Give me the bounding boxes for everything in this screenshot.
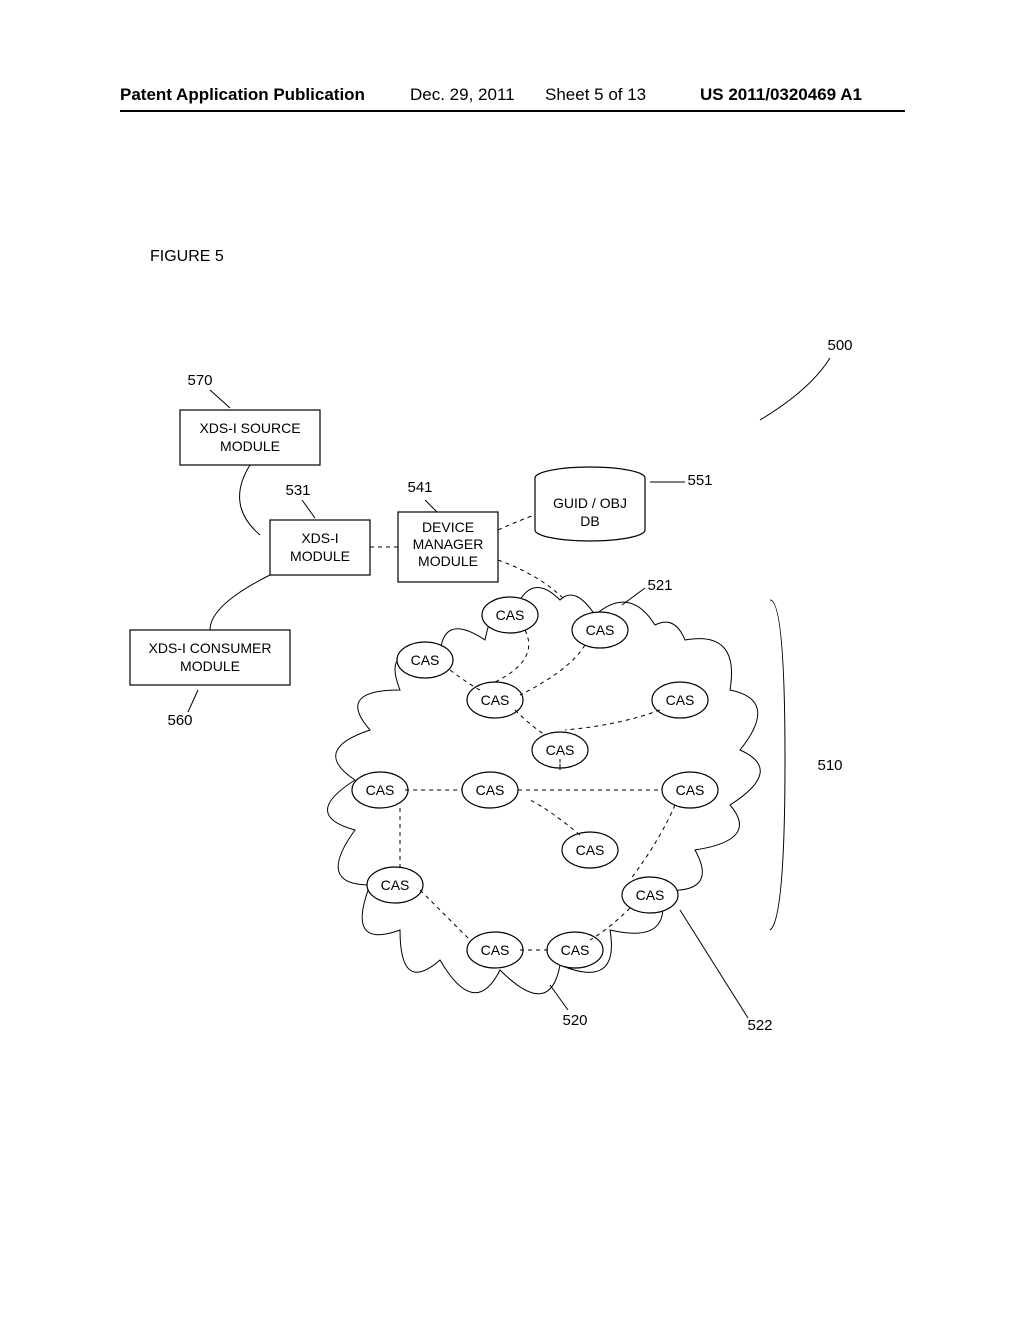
svg-text:CAS: CAS	[481, 692, 510, 708]
svg-text:CAS: CAS	[381, 877, 410, 893]
guid-obj-db: GUID / OBJ DB	[535, 467, 645, 541]
link-xdsi-to-consumer	[210, 575, 270, 630]
leader-522	[680, 910, 748, 1018]
publication-label: Patent Application Publication	[120, 85, 365, 105]
bracket-510	[770, 600, 785, 930]
svg-text:CAS: CAS	[576, 842, 605, 858]
svg-text:CAS: CAS	[496, 607, 525, 623]
device-manager-l3: MODULE	[418, 553, 478, 569]
ref-541: 541	[407, 479, 432, 496]
svg-text:CAS: CAS	[481, 942, 510, 958]
ref-560: 560	[167, 712, 192, 729]
leader-520	[550, 985, 568, 1010]
svg-text:CAS: CAS	[636, 887, 665, 903]
leader-570	[210, 390, 230, 408]
leader-560	[188, 690, 198, 712]
ref-510: 510	[817, 757, 842, 774]
leader-500	[760, 358, 830, 420]
ref-520: 520	[562, 1012, 587, 1029]
device-manager-l2: MANAGER	[413, 536, 484, 552]
xdsi-source-module-l1: XDS-I SOURCE	[199, 420, 300, 436]
svg-text:CAS: CAS	[586, 622, 615, 638]
cas-nodes: CAS CAS CAS CAS CAS CAS CAS CAS CAS CAS …	[352, 597, 718, 968]
svg-text:CAS: CAS	[366, 782, 395, 798]
svg-text:CAS: CAS	[546, 742, 575, 758]
ref-551: 551	[687, 472, 712, 489]
xdsi-module-l1: XDS-I	[301, 530, 338, 546]
device-manager-l1: DEVICE	[422, 519, 474, 535]
ref-500: 500	[827, 337, 852, 354]
ref-521: 521	[647, 577, 672, 594]
db-l1: GUID / OBJ	[553, 495, 627, 511]
leader-531	[302, 500, 315, 518]
ref-570: 570	[187, 372, 212, 389]
publication-number: US 2011/0320469 A1	[700, 85, 862, 105]
xdsi-source-module-l2: MODULE	[220, 438, 280, 454]
ref-522: 522	[747, 1017, 772, 1034]
link-devmgr-cloud	[498, 560, 565, 600]
link-source-to-xdsi	[240, 465, 260, 535]
figure-label: FIGURE 5	[150, 248, 224, 266]
svg-text:CAS: CAS	[666, 692, 695, 708]
header-rule	[120, 110, 905, 112]
svg-text:CAS: CAS	[411, 652, 440, 668]
db-l2: DB	[580, 513, 599, 529]
link-devmgr-db	[498, 515, 535, 530]
xdsi-module-l2: MODULE	[290, 548, 350, 564]
svg-text:CAS: CAS	[561, 942, 590, 958]
svg-text:CAS: CAS	[476, 782, 505, 798]
publication-date: Dec. 29, 2011	[410, 85, 515, 105]
ref-531: 531	[285, 482, 310, 499]
xdsi-consumer-l2: MODULE	[180, 658, 240, 674]
diagram: 500 570 XDS-I SOURCE MODULE 531 XDS-I MO…	[120, 330, 900, 1095]
xdsi-consumer-l1: XDS-I CONSUMER	[149, 640, 272, 656]
sheet-number: Sheet 5 of 13	[545, 85, 646, 105]
svg-text:CAS: CAS	[676, 782, 705, 798]
